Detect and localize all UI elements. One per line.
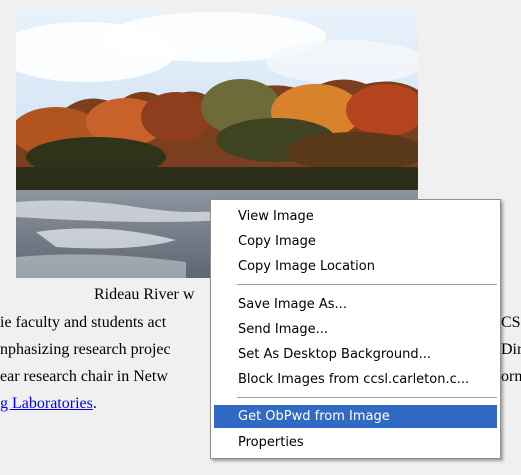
menu-item-set-desktop-background[interactable]: Set As Desktop Background... [214, 343, 497, 366]
paragraph-line-4: g Laboratories. [0, 395, 97, 413]
menu-separator [237, 397, 497, 398]
menu-item-send-image[interactable]: Send Image... [214, 318, 497, 341]
menu-separator [237, 284, 497, 285]
menu-item-copy-image[interactable]: Copy Image [214, 230, 497, 253]
paragraph-line-2: nphasizing research projec [0, 341, 171, 358]
laboratories-link[interactable]: g Laboratories [0, 395, 93, 412]
photo-caption: Rideau River w [94, 286, 195, 303]
menu-item-save-image-as[interactable]: Save Image As... [214, 293, 497, 316]
image-context-menu: View Image Copy Image Copy Image Locatio… [210, 199, 501, 459]
link-suffix: . [92, 395, 97, 412]
right-text-fragment: Dir [501, 341, 521, 358]
menu-item-view-image[interactable]: View Image [214, 205, 497, 228]
menu-item-copy-image-location[interactable]: Copy Image Location [214, 255, 497, 278]
paragraph-line-3: ear research chair in Netw [0, 368, 168, 385]
paragraph-line-1: ie faculty and students act [0, 314, 167, 331]
right-text-fragment: orn [501, 368, 521, 385]
menu-item-properties[interactable]: Properties [214, 431, 497, 454]
menu-item-block-images[interactable]: Block Images from ccsl.carleton.c... [214, 368, 497, 391]
right-text-fragment: CS [501, 314, 521, 331]
menu-item-get-obpwd[interactable]: Get ObPwd from Image [214, 405, 497, 428]
